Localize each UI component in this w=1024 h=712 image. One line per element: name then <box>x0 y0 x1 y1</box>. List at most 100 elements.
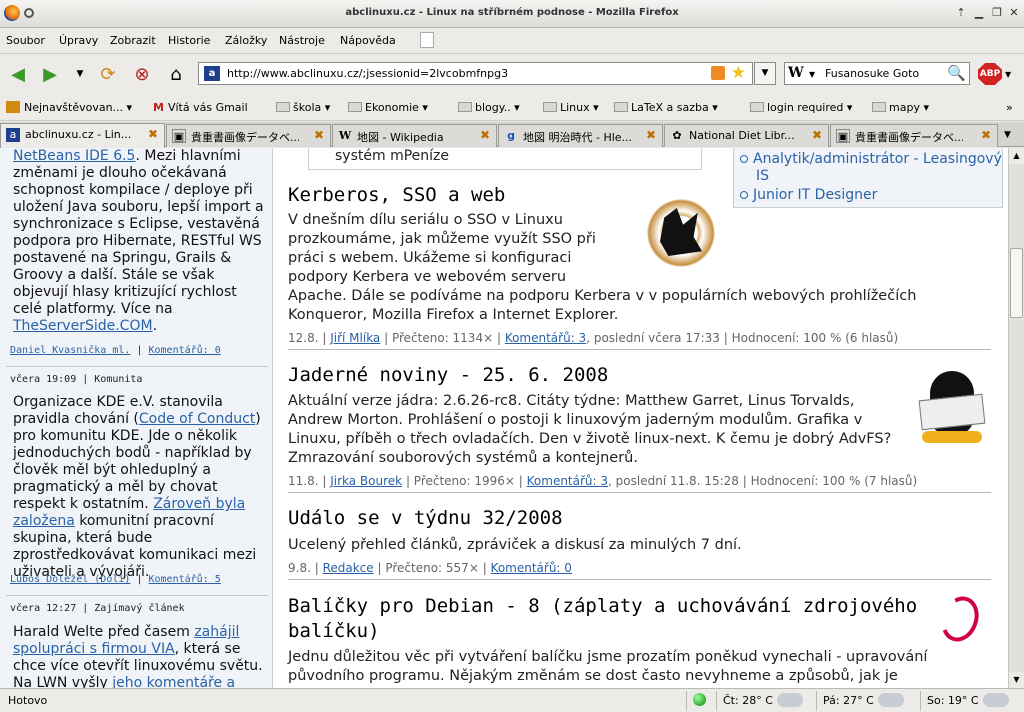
article-title-kerberos[interactable]: Kerberos, SSO a web <box>288 184 505 206</box>
bookmark-folder-skola[interactable]: škola ▾ <box>276 101 330 114</box>
menu-view[interactable]: Zobrazit <box>110 34 156 47</box>
article-title-debian[interactable]: Balíčky pro Debian - 8 (záplaty a uchová… <box>288 594 928 644</box>
menu-help[interactable]: Nápověda <box>340 34 396 47</box>
divider <box>6 595 268 596</box>
tab-close-icon[interactable]: ✖ <box>478 128 492 142</box>
menu-tools[interactable]: Nástroje <box>279 34 325 47</box>
scroll-thumb[interactable] <box>1010 248 1023 318</box>
author-link[interactable]: Jiří Mlíka <box>330 331 380 345</box>
engine-dropdown-icon[interactable]: ▼ <box>809 70 815 79</box>
tab-close-icon[interactable]: ✖ <box>644 128 658 142</box>
status-text: Hotovo <box>8 694 48 707</box>
tab-bar: a abclinuxu.cz - Lin... ✖ ▣ 貴重書画像データベ...… <box>0 122 1024 148</box>
folder-icon <box>614 102 628 112</box>
forward-arrow-icon[interactable]: ▶ <box>38 62 62 86</box>
folder-icon <box>750 102 764 112</box>
tab-abclinuxu[interactable]: a abclinuxu.cz - Lin... ✖ <box>0 123 165 148</box>
vertical-scrollbar[interactable]: ▲ ▼ <box>1008 148 1024 688</box>
status-indicator[interactable] <box>686 691 716 711</box>
tab-ndl-db-1[interactable]: ▣ 貴重書画像データベ... ✖ <box>166 124 331 147</box>
code-of-conduct-link[interactable]: Code of Conduct <box>139 411 255 427</box>
tab-close-icon[interactable]: ✖ <box>810 128 824 142</box>
green-status-icon <box>693 693 706 706</box>
stop-icon[interactable]: ⊗ <box>130 62 154 86</box>
article-perex: Aktuální verze jádra: 2.6.26-rc8. Citáty… <box>288 393 892 466</box>
keep-above-icon[interactable]: ⇡ <box>954 6 968 20</box>
comments-link[interactable]: Komentářů: 0 <box>148 345 220 356</box>
back-arrow-icon[interactable]: ◀ <box>6 62 30 86</box>
rain-cloud-icon <box>982 693 1009 707</box>
menu-bookmarks[interactable]: Záložky <box>225 34 267 47</box>
window-title: abclinuxu.cz - Linux na stříbrném podnos… <box>345 7 679 18</box>
tab-list-dropdown-icon[interactable]: ▼ <box>1004 130 1011 140</box>
netbeans-link[interactable]: NetBeans IDE 6.5 <box>13 148 135 164</box>
close-window-icon[interactable]: ✕ <box>1007 6 1021 20</box>
url-bar[interactable]: a http://www.abclinuxu.cz/;jsessionid=2l… <box>198 62 753 85</box>
tab-national-diet-library[interactable]: ✿ National Diet Libr... ✖ <box>664 124 829 147</box>
bookmark-folder-ekonomie[interactable]: Ekonomie ▾ <box>348 101 428 114</box>
folder-icon <box>348 102 362 112</box>
url-dropdown-icon[interactable]: ▼ <box>754 62 776 85</box>
article-title-kernel-news[interactable]: Jaderné noviny - 25. 6. 2008 <box>288 364 608 386</box>
bookmark-folder-blogy[interactable]: blogy.. ▾ <box>458 101 520 114</box>
comments-link[interactable]: Komentářů: 3 <box>527 474 608 488</box>
bookmark-folder-mapy[interactable]: mapy ▾ <box>872 101 929 114</box>
page-content: NetBeans IDE 6.5. Mezi hlavními změnami … <box>0 148 1024 688</box>
home-icon[interactable]: ⌂ <box>164 62 188 86</box>
search-input[interactable]: Fusanosuke Goto <box>825 67 919 80</box>
minimize-icon[interactable]: ▁ <box>972 6 986 20</box>
bookmark-folder-latex[interactable]: LaTeX a sazba ▾ <box>614 101 718 114</box>
bookmark-folder-linux[interactable]: Linux ▾ <box>543 101 599 114</box>
divider <box>288 349 991 350</box>
article-info: 9.8. | Redakce | Přečteno: 557× | Koment… <box>288 561 572 575</box>
site-favicon: a <box>204 66 220 81</box>
page-icon[interactable] <box>420 32 434 48</box>
comments-link[interactable]: Komentářů: 0 <box>491 561 572 575</box>
search-icon[interactable]: 🔍 <box>947 64 966 82</box>
article-info: 11.8. | Jirka Bourek | Přečteno: 1996× |… <box>288 474 918 488</box>
tab-wikipedia-chizu[interactable]: W 地図 - Wikipedia ✖ <box>332 124 497 147</box>
tab-google-search[interactable]: g 地図 明治時代 - Hle... ✖ <box>498 124 663 147</box>
scroll-down-icon[interactable]: ▼ <box>1009 672 1024 688</box>
menu-edit[interactable]: Úpravy <box>59 34 98 47</box>
bookmark-star-icon[interactable]: ★ <box>731 63 746 83</box>
scroll-up-icon[interactable]: ▲ <box>1009 148 1024 164</box>
history-dropdown-icon[interactable]: ▼ <box>68 62 92 86</box>
menu-history[interactable]: Historie <box>168 34 210 47</box>
article-title-weekly[interactable]: Událo se v týdnu 32/2008 <box>288 507 563 529</box>
comments-link[interactable]: Komentářů: 3 <box>505 331 586 345</box>
ndl-favicon-icon: ▣ <box>836 129 850 143</box>
author-link[interactable]: Daniel Kvasnička ml. <box>10 345 130 356</box>
lwn-comment-link[interactable]: jeho komentáře a <box>112 675 235 688</box>
bookmarks-overflow-icon[interactable]: » <box>1006 101 1013 114</box>
tab-close-icon[interactable]: ✖ <box>146 127 160 141</box>
bookmark-gmail[interactable]: M Vítá vás Gmail <box>153 101 248 114</box>
tux-reading-newspaper-image <box>916 363 988 445</box>
maximize-icon[interactable]: ❐ <box>990 6 1004 20</box>
tab-close-icon[interactable]: ✖ <box>979 128 993 142</box>
theserverside-link[interactable]: TheServerSide.COM <box>13 318 153 334</box>
author-link[interactable]: Redakce <box>323 561 374 575</box>
article-perex: Ucelený přehled článků, zpráviček a disk… <box>288 537 742 553</box>
menu-bar: Soubor Úpravy Zobrazit Historie Záložky … <box>0 28 1024 54</box>
menu-file[interactable]: Soubor <box>6 34 45 47</box>
url-text[interactable]: http://www.abclinuxu.cz/;jsessionid=2lvc… <box>227 67 508 80</box>
news-header-3: včera 12:27 | Zajímavý článek <box>10 603 185 614</box>
news-item-netbeans: NetBeans IDE 6.5. Mezi hlavními změnami … <box>13 148 264 334</box>
search-box[interactable]: W ▼ Fusanosuke Goto 🔍 <box>784 62 970 85</box>
tab-close-icon[interactable]: ✖ <box>312 128 326 142</box>
comments-link[interactable]: Komentářů: 5 <box>148 574 220 585</box>
rss-feed-icon[interactable] <box>711 66 725 80</box>
author-link[interactable]: Luboš Doležel (Doli) <box>10 574 130 585</box>
weather-saturday[interactable]: So: 19° C <box>920 691 1024 711</box>
weather-friday[interactable]: Pá: 27° C <box>816 691 916 711</box>
news-header-2: včera 19:09 | Komunita <box>10 374 143 385</box>
bookmark-folder-login[interactable]: login required ▾ <box>750 101 852 114</box>
weather-thursday[interactable]: Čt: 28° C <box>716 691 812 711</box>
author-link[interactable]: Jirka Bourek <box>330 474 402 488</box>
wikipedia-engine-icon[interactable]: W <box>788 65 804 81</box>
reload-icon[interactable]: ⟳ <box>96 62 120 86</box>
bookmark-most-visited[interactable]: Nejnavštěvovan... ▾ <box>6 101 132 114</box>
adblock-dropdown-icon[interactable]: ▼ <box>1005 70 1011 79</box>
tab-ndl-db-2[interactable]: ▣ 貴重書画像データベ... ✖ <box>830 124 998 147</box>
